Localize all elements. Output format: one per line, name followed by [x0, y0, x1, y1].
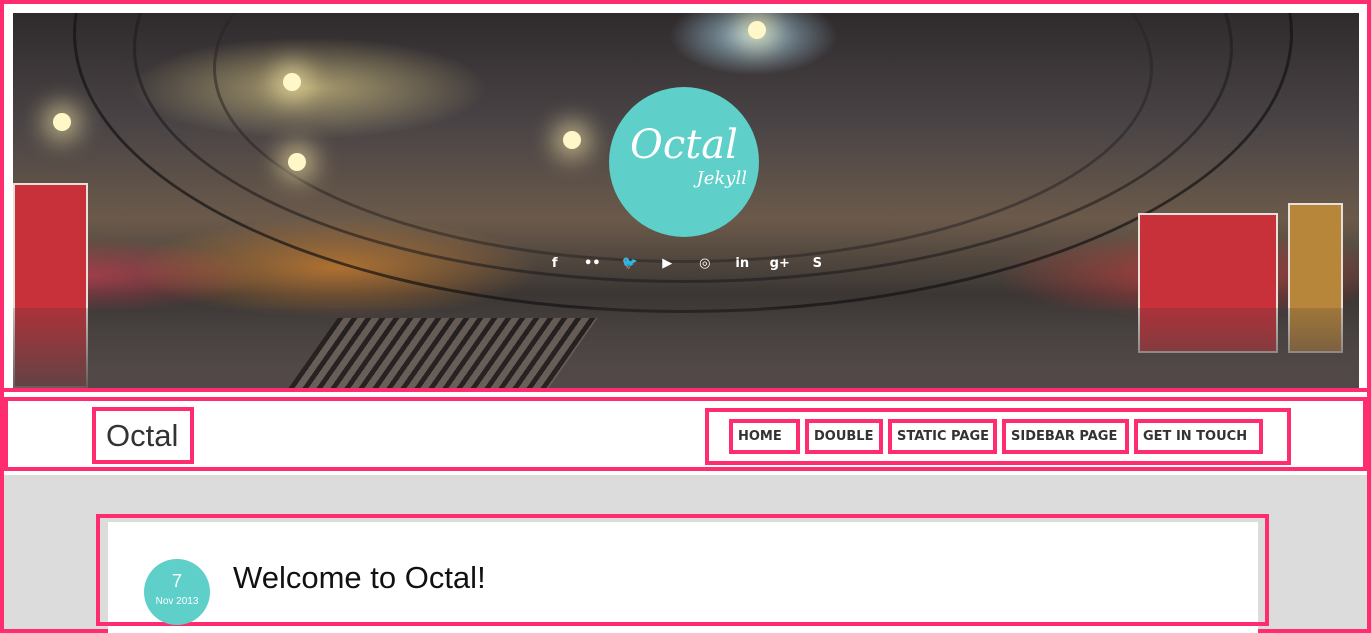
instagram-icon[interactable]: ◎: [686, 254, 724, 274]
hero-divider: [4, 388, 1367, 392]
hero-platform: [13, 308, 1359, 388]
nav-item-home[interactable]: HOME: [729, 419, 800, 454]
logo-title: Octal: [630, 122, 738, 168]
social-links: f •• 🐦 ▶ ◎ in g+ S: [536, 254, 836, 274]
post-date-month: Nov 2013: [155, 596, 199, 607]
twitter-icon[interactable]: 🐦: [611, 254, 649, 274]
nav-item-double[interactable]: DOUBLE: [805, 419, 883, 454]
nav-item-sidebar-page[interactable]: SIDEBAR PAGE: [1002, 419, 1129, 454]
hero-lamp: [288, 153, 306, 171]
facebook-icon[interactable]: f: [536, 254, 574, 274]
nav-item-get-in-touch[interactable]: GET IN TOUCH: [1134, 419, 1263, 454]
post-date-day: 7: [171, 571, 182, 591]
site-logo[interactable]: Octal Jekyll: [609, 87, 759, 237]
post-date-badge: 7 Nov 2013: [144, 559, 210, 625]
post-title[interactable]: Welcome to Octal!: [233, 558, 486, 598]
site-title[interactable]: Octal: [106, 416, 178, 456]
nav-item-static-page[interactable]: STATIC PAGE: [888, 419, 997, 454]
youtube-icon[interactable]: ▶: [649, 254, 687, 274]
hero-lamp: [748, 21, 766, 39]
skype-icon[interactable]: S: [799, 254, 837, 274]
hero-track: [288, 318, 598, 388]
logo-subtitle: Jekyll: [696, 168, 747, 189]
linkedin-icon[interactable]: in: [724, 254, 762, 274]
hero-lamp: [563, 131, 581, 149]
hero-lamp: [53, 113, 71, 131]
hero-lamp: [283, 73, 301, 91]
google-plus-icon[interactable]: g+: [761, 254, 799, 274]
flickr-icon[interactable]: ••: [574, 254, 612, 274]
